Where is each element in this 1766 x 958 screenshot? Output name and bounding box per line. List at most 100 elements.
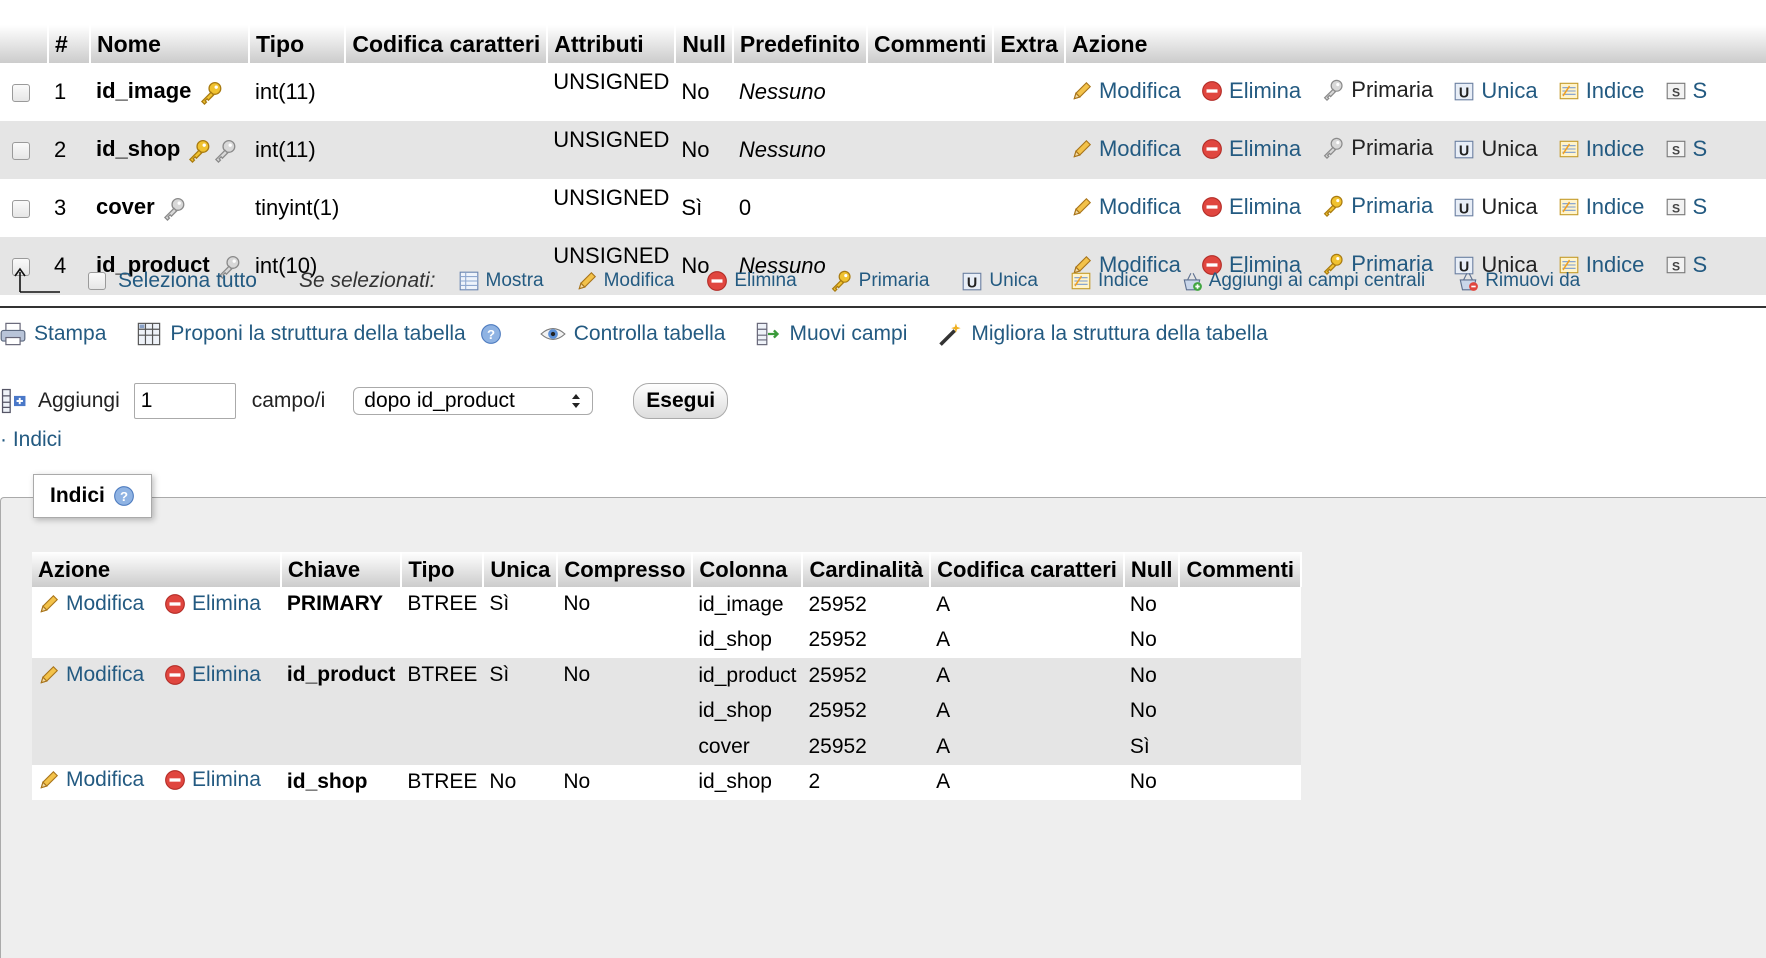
field-collation — [345, 179, 548, 237]
select-all-checkbox[interactable] — [88, 272, 106, 290]
index-column: id_shop — [692, 693, 803, 729]
fields-unit-label: campo/i — [251, 389, 326, 412]
col-header-num[interactable]: # — [48, 25, 91, 63]
index-icon — [1070, 270, 1092, 292]
drop-index-action[interactable]: Elimina — [164, 592, 261, 616]
go-button[interactable]: Esegui — [633, 383, 729, 419]
index-packed: No — [557, 587, 693, 658]
drop-selected-button[interactable]: Elimina — [706, 270, 797, 292]
fulltext-action[interactable]: S — [1665, 78, 1707, 104]
index-icon — [1558, 196, 1580, 218]
fulltext-action[interactable]: S — [1665, 136, 1707, 162]
idx-header-type: Tipo — [401, 552, 485, 587]
select-all-label[interactable]: Seleziona tutto — [118, 269, 257, 293]
indexes-title: Indici — [50, 484, 105, 507]
fulltext-icon — [1665, 196, 1687, 218]
field-default: Nessuno — [732, 63, 867, 121]
index-null: No — [1123, 764, 1180, 800]
edit-selected-button[interactable]: Modifica — [576, 270, 674, 292]
col-header-type[interactable]: Tipo — [249, 25, 347, 63]
indexes-toggle-link[interactable]: · Indici — [0, 428, 62, 452]
check-table-link[interactable]: Controlla tabella — [540, 322, 725, 346]
key-icon — [829, 269, 853, 293]
field-type: int(11) — [249, 121, 346, 179]
col-header-attributes[interactable]: Attributi — [547, 25, 677, 63]
drop-action[interactable]: Elimina — [1201, 194, 1301, 220]
index-icon — [1558, 138, 1580, 160]
drop-action[interactable]: Elimina — [1201, 136, 1301, 162]
fulltext-icon — [1665, 138, 1687, 160]
field-extra — [993, 121, 1065, 179]
index-actions: Modifica Elimina — [32, 764, 281, 800]
print-link[interactable]: Stampa — [0, 321, 106, 347]
remove-central-columns-button[interactable]: Rimuovi da — [1457, 270, 1580, 292]
row-checkbox[interactable] — [12, 142, 30, 161]
help-icon[interactable] — [113, 485, 135, 507]
field-name: id_shop — [96, 136, 181, 162]
improve-structure-link[interactable]: Migliora la struttura della tabella — [937, 321, 1268, 347]
idx-header-unique: Unica — [483, 552, 559, 587]
central-columns-remove-icon — [1457, 270, 1479, 292]
index-action[interactable]: Indice — [1558, 78, 1644, 104]
idx-header-comments: Commenti — [1179, 552, 1303, 587]
row-checkbox[interactable] — [12, 84, 30, 103]
browse-selected-button[interactable]: Mostra — [458, 270, 544, 292]
central-columns-add-icon — [1181, 270, 1203, 292]
field-extra — [993, 179, 1065, 237]
field-comments — [866, 179, 994, 237]
col-header-default[interactable]: Predefinito — [732, 25, 868, 63]
index-action[interactable]: Indice — [1558, 194, 1644, 220]
pencil-icon — [38, 769, 60, 791]
row-checkbox[interactable] — [12, 200, 30, 219]
index-null: No — [1123, 587, 1180, 623]
drop-index-action[interactable]: Elimina — [164, 768, 261, 792]
primary-key-icon — [198, 80, 224, 106]
index-action[interactable]: Indice — [1558, 136, 1644, 162]
index-column: id_shop — [692, 764, 803, 800]
pencil-icon — [38, 593, 60, 615]
unique-action[interactable]: Unica — [1453, 78, 1538, 104]
field-null: No — [675, 63, 733, 121]
col-header-name[interactable]: Nome — [90, 25, 250, 63]
key-icon — [1321, 136, 1345, 160]
drop-icon — [164, 664, 186, 686]
edit-index-action[interactable]: Modifica — [38, 768, 144, 792]
move-columns-link[interactable]: Muovi campi — [755, 321, 907, 347]
unique-icon — [961, 270, 983, 292]
row-number: 3 — [48, 179, 90, 237]
index-column: id_image — [692, 587, 803, 623]
help-icon[interactable] — [480, 323, 502, 345]
index-collation: A — [930, 693, 1124, 729]
col-header-collation[interactable]: Codifica caratteri — [345, 25, 549, 63]
row-actions: Modifica Elimina Primaria Unica Indice S — [1064, 179, 1766, 237]
edit-action[interactable]: Modifica — [1071, 136, 1181, 162]
field-count-input[interactable]: 1 — [133, 383, 236, 419]
col-header-comments[interactable]: Commenti — [866, 25, 995, 63]
field-comments — [866, 63, 994, 121]
index-selected-button[interactable]: Indice — [1070, 270, 1149, 292]
add-central-columns-button[interactable]: Aggiungi ai campi centrali — [1181, 270, 1425, 292]
primary-selected-button[interactable]: Primaria — [829, 269, 929, 293]
table-row: 1 id_image int(11) UNSIGNED No Nessuno M… — [0, 63, 1766, 121]
fulltext-action[interactable]: S — [1665, 194, 1707, 220]
index-collation: A — [930, 729, 1124, 765]
drop-index-action[interactable]: Elimina — [164, 663, 261, 687]
drop-action[interactable]: Elimina — [1201, 78, 1301, 104]
col-header-extra[interactable]: Extra — [993, 25, 1066, 63]
unique-selected-button[interactable]: Unica — [961, 270, 1038, 292]
edit-index-action[interactable]: Modifica — [38, 592, 144, 616]
index-type: BTREE — [401, 587, 484, 658]
index-collation: A — [930, 658, 1124, 694]
propose-structure-link[interactable]: Proponi la struttura della tabella — [136, 321, 509, 347]
index-cardinality: 25952 — [802, 622, 931, 658]
field-default: 0 — [732, 179, 867, 237]
arrow-up-icon — [12, 266, 62, 296]
drop-icon — [1201, 80, 1223, 102]
edit-index-action[interactable]: Modifica — [38, 663, 144, 687]
index-key-icon — [161, 196, 187, 222]
col-header-null[interactable]: Null — [675, 25, 734, 63]
edit-action[interactable]: Modifica — [1071, 194, 1181, 220]
primary-action[interactable]: Primaria — [1321, 193, 1433, 219]
edit-action[interactable]: Modifica — [1071, 78, 1181, 104]
field-position-select[interactable]: dopo id_product — [353, 387, 594, 415]
